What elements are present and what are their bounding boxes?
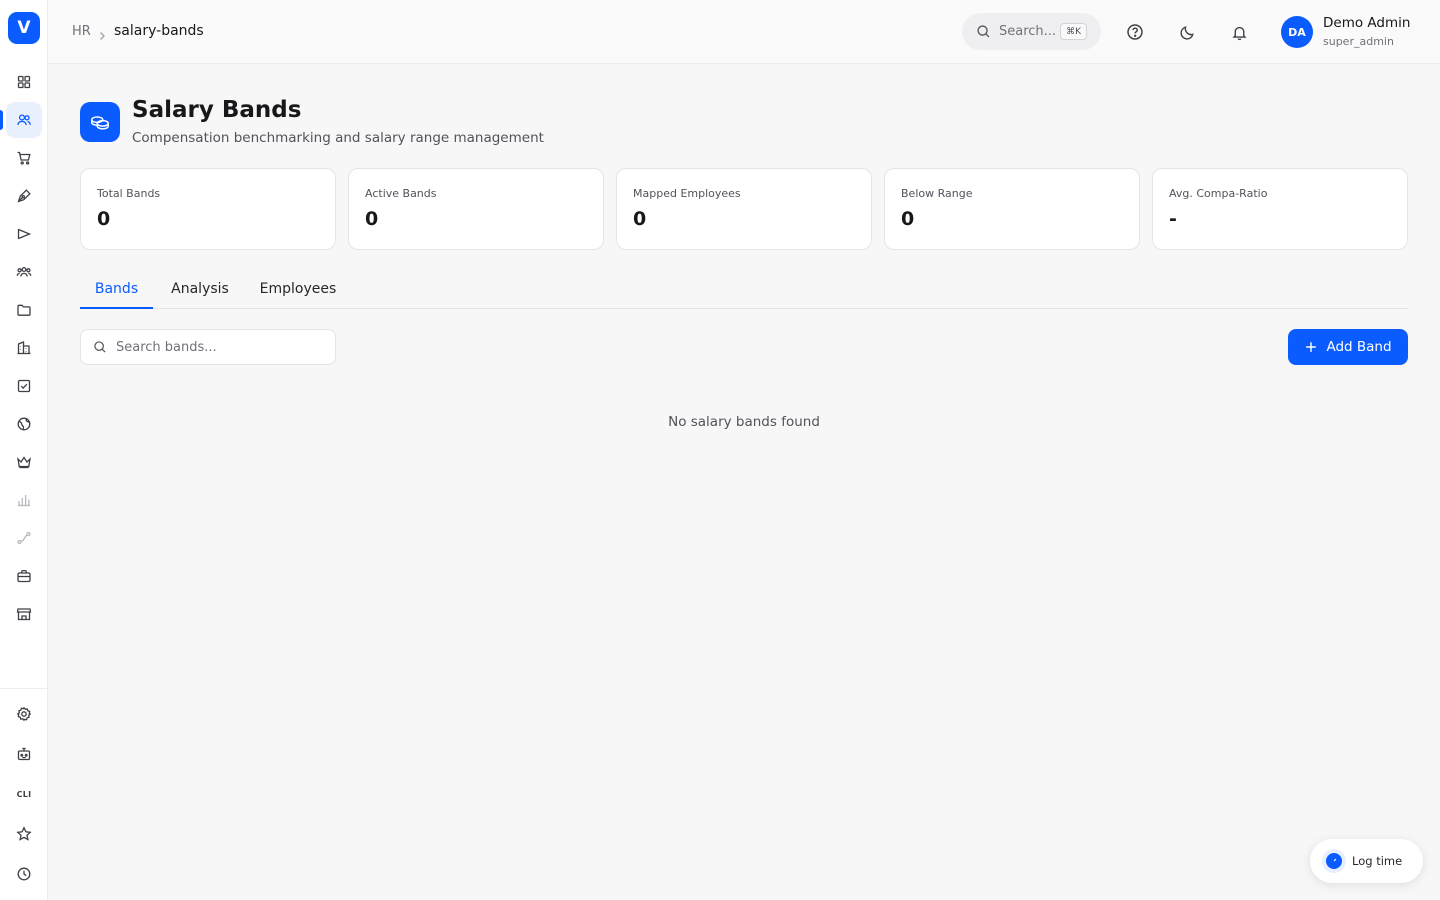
user-name[interactable]: Demo Admin — [1323, 15, 1410, 31]
sidebar-item-hr[interactable] — [6, 102, 42, 138]
sidebar-item-teams[interactable] — [6, 254, 42, 290]
building-icon — [17, 341, 31, 355]
sidebar-item-premium[interactable] — [6, 444, 42, 480]
notifications-button[interactable] — [1229, 22, 1249, 42]
checkbox-icon — [17, 379, 31, 393]
breadcrumb-chevron-icon — [98, 26, 106, 45]
stat-label: Active Bands — [365, 187, 437, 200]
help-circle-icon — [1127, 24, 1143, 40]
plus-icon — [1306, 342, 1317, 352]
tab-bands[interactable]: Bands — [80, 270, 153, 309]
global-search-label: Search... — [999, 24, 1057, 39]
search-shortcut-badge: ⌘K — [1060, 23, 1087, 40]
user-avatar[interactable]: DA — [1281, 16, 1313, 48]
sidebar: V CLI — [0, 0, 48, 900]
store-icon — [16, 608, 32, 621]
sidebar-item-store[interactable] — [6, 596, 42, 632]
stat-card-below-range: Below Range 0 — [884, 168, 1140, 250]
sidebar-item-files[interactable] — [6, 292, 42, 328]
stat-value: 0 — [365, 208, 379, 230]
bell-icon — [1231, 26, 1247, 40]
salary-bands-page-icon — [80, 102, 120, 142]
settings-icon — [16, 706, 32, 722]
tab-analysis[interactable]: Analysis — [163, 270, 237, 308]
stat-card-total-bands: Total Bands 0 — [80, 168, 336, 250]
sidebar-item-analytics[interactable] — [6, 482, 42, 518]
briefcase-icon — [17, 569, 31, 583]
stat-label: Avg. Compa-Ratio — [1169, 187, 1268, 200]
robot-icon — [17, 747, 31, 761]
stat-card-active-bands: Active Bands 0 — [348, 168, 604, 250]
coins-icon — [91, 116, 109, 130]
sidebar-item-cli[interactable]: CLI — [6, 776, 42, 812]
search-icon — [94, 341, 106, 353]
folder-icon — [17, 304, 31, 316]
people-icon — [17, 114, 31, 126]
route-icon — [17, 531, 31, 545]
sidebar-item-jobs[interactable] — [6, 558, 42, 594]
tab-bar: Bands Analysis Employees — [80, 270, 1408, 309]
user-role: super_admin — [1323, 35, 1394, 48]
page-subtitle: Compensation benchmarking and salary ran… — [132, 130, 544, 146]
app-logo[interactable]: V — [8, 12, 40, 44]
breadcrumb-root[interactable]: HR — [72, 24, 91, 39]
breadcrumb-current: salary-bands — [114, 23, 204, 39]
help-button[interactable] — [1125, 22, 1145, 42]
sidebar-item-marketing[interactable] — [6, 216, 42, 252]
stat-label: Below Range — [901, 187, 973, 200]
megaphone-icon — [17, 228, 32, 240]
stat-value: 0 — [633, 208, 647, 230]
page-title: Salary Bands — [132, 97, 302, 123]
global-search[interactable]: Search... ⌘K — [962, 13, 1101, 50]
top-bar: HR salary-bands Search... ⌘K DA Demo Adm… — [48, 0, 1440, 64]
stat-card-avg-compa-ratio: Avg. Compa-Ratio - — [1152, 168, 1408, 250]
search-icon — [977, 25, 990, 38]
add-band-label: Add Band — [1326, 339, 1392, 355]
bar-chart-icon — [18, 495, 30, 507]
clock-icon — [17, 867, 31, 881]
moon-icon — [1179, 25, 1194, 40]
globe-icon — [17, 417, 31, 431]
band-search-input[interactable] — [116, 339, 316, 355]
sidebar-item-dashboard[interactable] — [6, 64, 42, 100]
crown-icon — [17, 456, 31, 469]
sidebar-item-settings[interactable] — [6, 696, 42, 732]
tab-employees[interactable]: Employees — [253, 270, 343, 308]
stat-label: Mapped Employees — [633, 187, 741, 200]
team-icon — [16, 266, 32, 277]
sidebar-item-global[interactable] — [6, 406, 42, 442]
pen-nib-icon — [17, 189, 31, 203]
sidebar-item-ai[interactable] — [6, 736, 42, 772]
log-time-label: Log time — [1352, 854, 1403, 868]
sidebar-item-sales[interactable] — [6, 140, 42, 176]
star-icon — [16, 826, 32, 841]
sidebar-item-company[interactable] — [6, 330, 42, 366]
stat-card-mapped-employees: Mapped Employees 0 — [616, 168, 872, 250]
cli-icon: CLI — [16, 789, 32, 799]
active-nav-indicator — [0, 110, 3, 130]
sidebar-item-design[interactable] — [6, 178, 42, 214]
stat-value: 0 — [97, 208, 111, 230]
dashboard-grid-icon — [17, 75, 31, 89]
log-time-button[interactable]: Log time — [1310, 839, 1423, 883]
stat-label: Total Bands — [97, 187, 161, 200]
sidebar-divider — [0, 688, 48, 689]
stat-value: 0 — [901, 208, 915, 230]
band-search-field[interactable] — [80, 329, 336, 365]
stat-value: - — [1169, 208, 1177, 230]
sidebar-item-routes[interactable] — [6, 520, 42, 556]
timer-icon — [1326, 853, 1342, 869]
theme-toggle-button[interactable] — [1177, 22, 1197, 42]
cart-icon — [17, 151, 31, 165]
sidebar-item-history[interactable] — [6, 856, 42, 892]
empty-state-message: No salary bands found — [668, 414, 820, 430]
add-band-button[interactable]: Add Band — [1288, 329, 1408, 365]
sidebar-item-tasks[interactable] — [6, 368, 42, 404]
sidebar-item-favorites[interactable] — [6, 816, 42, 852]
